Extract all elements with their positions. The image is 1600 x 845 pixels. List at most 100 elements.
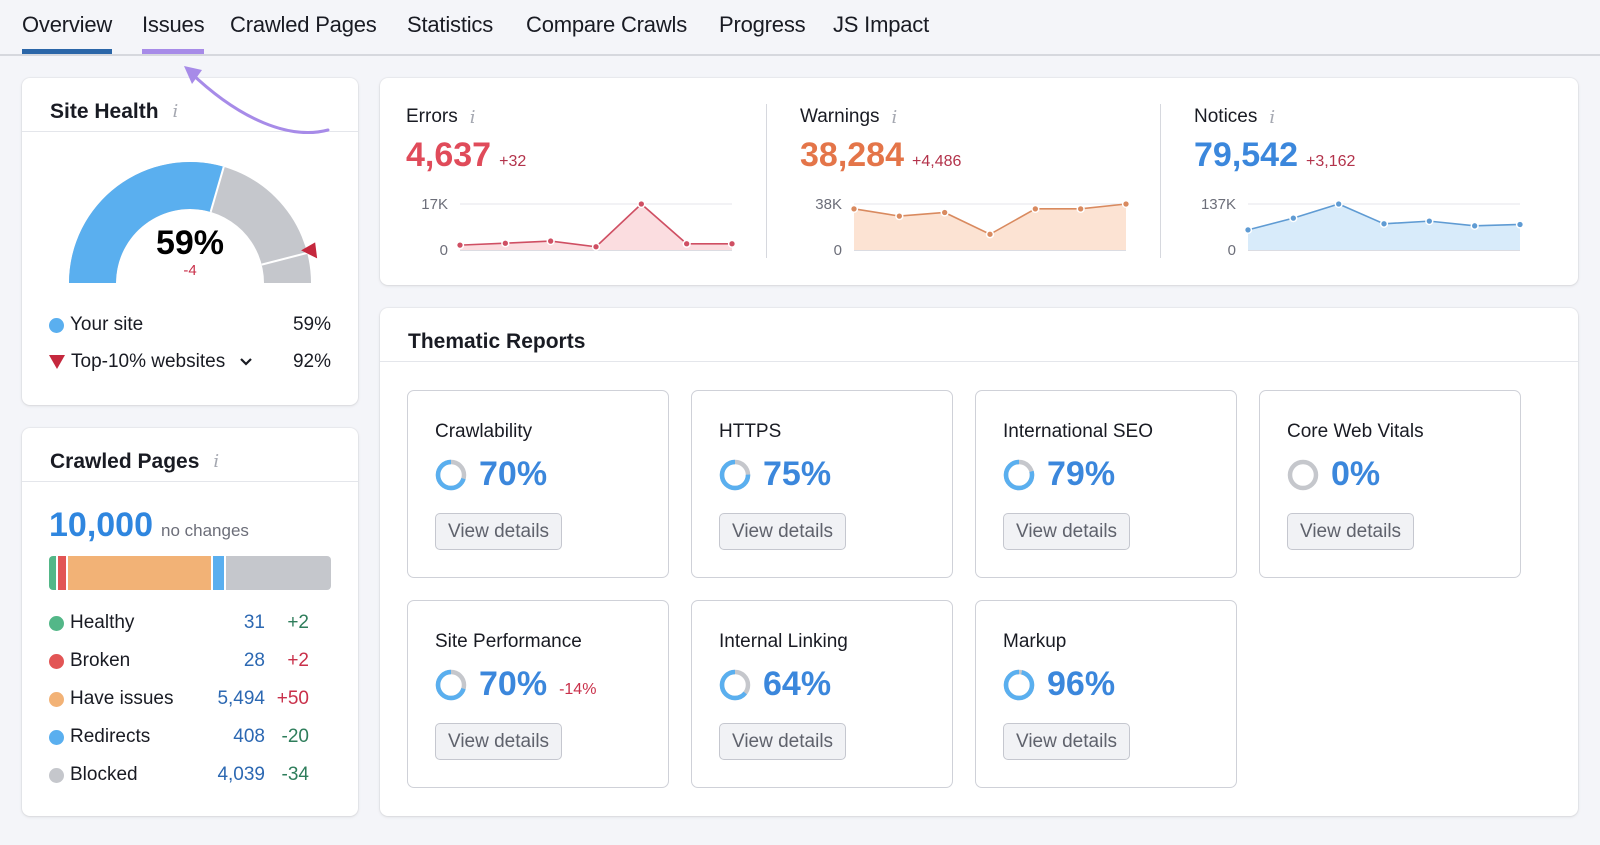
metric-title: Notices [1194,106,1258,127]
tab-progress[interactable]: Progress [719,12,806,38]
info-icon[interactable]: i [213,451,219,472]
report-score-value[interactable]: 70% [479,455,547,494]
view-details-button[interactable]: View details [719,513,847,550]
errors-change: +32 [499,153,527,170]
legend-your-site: Your site 59% [49,314,331,336]
row-label-text: Have issues [70,688,174,709]
row-count[interactable]: 4,039 [185,764,265,786]
metric-errors: Errors i 4,637 +32 17K 0 [380,78,770,285]
row-label[interactable]: Broken [49,650,185,672]
row-count[interactable]: 5,494 [185,688,265,710]
view-details-button[interactable]: View details [1003,513,1131,550]
report-name: International SEO [1003,421,1153,442]
report-score-value[interactable]: 79% [1047,455,1115,494]
tab-label: Issues [142,12,205,37]
sparkline-point[interactable] [895,211,904,221]
info-icon[interactable]: i [173,101,179,122]
info-icon[interactable]: i [1269,107,1275,128]
row-label[interactable]: Healthy [49,612,185,634]
report-score-value[interactable]: 64% [763,665,831,704]
legend-top10[interactable]: Top-10% websites 92% [49,351,331,373]
sparkline-point[interactable] [1334,199,1343,209]
chevron-down-icon[interactable] [239,357,253,367]
report-name: HTTPS [719,421,782,442]
stack-segment-redirects[interactable] [213,556,224,590]
row-count[interactable]: 28 [185,650,265,672]
info-icon[interactable]: i [470,107,476,128]
sparkline-point[interactable] [1031,204,1040,213]
score-donut-icon [1287,459,1319,490]
crawled-pages-stacked-bar [49,556,331,590]
site-health-title: Site Health [50,99,159,123]
warnings-change: +4,486 [912,153,962,170]
sparkline-point[interactable] [1243,225,1253,235]
status-dot-icon [49,767,64,783]
tab-compare-crawls[interactable]: Compare Crawls [526,12,687,38]
tab-js-impact[interactable]: JS Impact [833,12,929,38]
row-label[interactable]: Blocked [49,764,185,786]
row-delta: +2 [287,612,309,633]
tab-issues[interactable]: Issues [142,12,205,54]
crawled-row-blocked: Blocked 4,039 -34 [49,764,309,786]
sparkline-line [459,202,732,248]
tab-crawled-pages[interactable]: Crawled Pages [230,12,377,38]
stack-segment-broken[interactable] [58,556,66,590]
report-score-value[interactable]: 0% [1331,455,1380,494]
metric-warnings: Warnings i 38,284 +4,486 38K 0 [774,78,1164,285]
report-score-value[interactable]: 75% [763,455,831,494]
sparkline-point[interactable] [1121,199,1131,209]
tab-overview[interactable]: Overview [22,12,112,54]
view-details-button[interactable]: View details [1003,723,1131,760]
report-card-markup: Markup 96% View details [975,600,1237,788]
notices-count[interactable]: 79,542 [1194,136,1298,175]
errors-count[interactable]: 4,637 [406,136,491,175]
tab-statistics[interactable]: Statistics [407,12,493,38]
sparkline-point[interactable] [1470,221,1479,230]
view-details-button[interactable]: View details [435,723,563,760]
view-details-button[interactable]: View details [1287,513,1415,550]
sparkline-point[interactable] [1379,219,1389,228]
crawled-row-healthy: Healthy 31 +2 [49,612,309,634]
y-axis-max-label: 137K [1201,196,1236,213]
sparkline-point[interactable] [546,236,555,246]
sparkline-point[interactable] [940,208,949,217]
legend-label: Top-10% websites [71,351,226,372]
sparkline-point[interactable] [455,240,465,250]
crawled-total: 10,000 no changes [49,506,249,545]
site-health-delta: -4 [183,262,197,279]
report-score-value[interactable]: 96% [1047,665,1115,704]
errors-sparkline: 17K 0 [421,196,737,259]
divider [1160,104,1161,258]
info-icon[interactable]: i [892,107,898,128]
sparkline-point[interactable] [1289,213,1298,223]
sparkline-point[interactable] [727,239,737,248]
row-label-text: Redirects [70,726,151,747]
sparkline-point[interactable] [985,230,995,239]
report-card-international-seo: International SEO 79% View details [975,390,1237,578]
row-label[interactable]: Redirects [49,726,185,748]
legend-value: 92% [292,351,331,372]
report-score: 79% [1003,455,1115,494]
status-dot-icon [49,691,64,707]
crawled-pages-card: Crawled Pages i 10,000 no changes Health… [22,428,358,816]
sparkline-point[interactable] [1425,216,1434,226]
sparkline-point[interactable] [501,239,510,248]
sparkline-point[interactable] [1515,220,1525,229]
stack-segment-blocked[interactable] [225,556,331,590]
sparkline-point[interactable] [591,242,601,251]
crawled-total-count[interactable]: 10,000 [49,506,153,545]
report-score: 64% [719,665,831,704]
warnings-count[interactable]: 38,284 [800,136,904,175]
row-count[interactable]: 408 [185,726,265,748]
sparkline-point[interactable] [1076,204,1085,213]
view-details-button[interactable]: View details [435,513,563,550]
view-details-button[interactable]: View details [719,723,847,760]
stack-segment-healthy[interactable] [49,556,57,590]
report-score-value[interactable]: 70% [479,665,547,704]
sparkline-point[interactable] [637,199,646,209]
row-count[interactable]: 31 [185,612,265,634]
row-label[interactable]: Have issues [49,688,185,710]
sparkline-point[interactable] [849,204,859,213]
stack-segment-have-issues[interactable] [67,556,212,590]
sparkline-point[interactable] [682,239,691,248]
